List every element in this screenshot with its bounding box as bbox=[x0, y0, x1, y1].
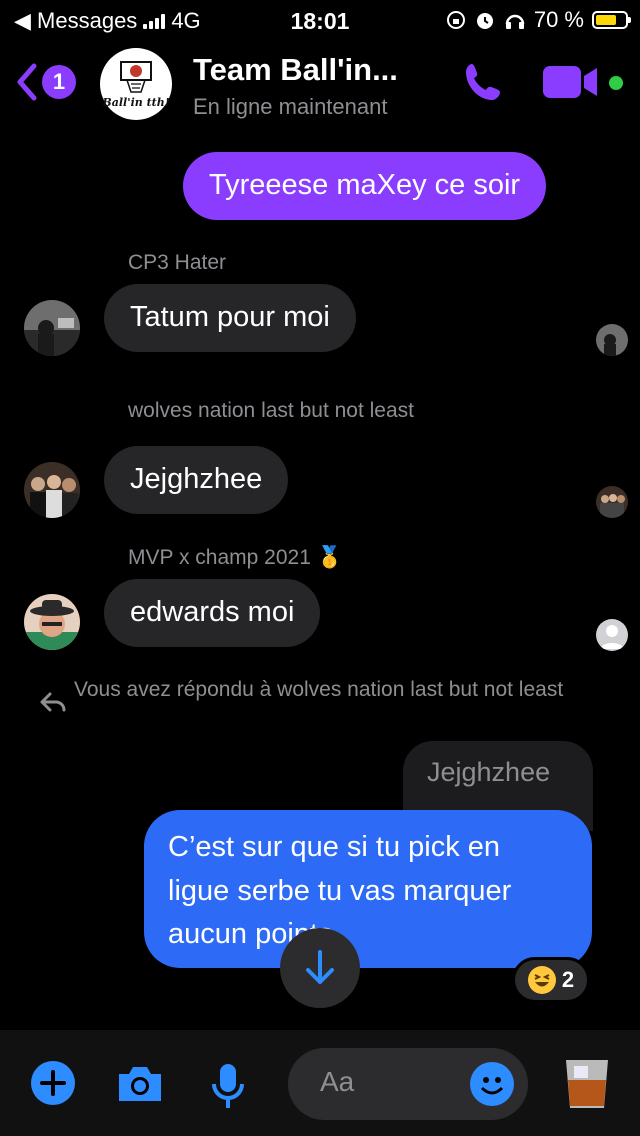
chat-header: 1 Ball'in tth! Team Ball'in... En ligne … bbox=[0, 40, 640, 135]
whiskey-glass-icon[interactable] bbox=[562, 1056, 612, 1112]
composer-bar: Aa bbox=[0, 1030, 640, 1136]
chevron-left-icon bbox=[17, 63, 37, 101]
incoming-message[interactable]: edwards moi bbox=[104, 579, 321, 647]
message-input-placeholder: Aa bbox=[320, 1066, 355, 1097]
microphone-icon[interactable] bbox=[210, 1062, 246, 1110]
online-indicator bbox=[607, 74, 625, 92]
sender-name: CP3 Hater bbox=[128, 251, 227, 274]
read-receipt-avatar bbox=[596, 486, 628, 518]
orientation-lock-icon bbox=[446, 11, 465, 29]
reaction-badge[interactable]: 2 bbox=[512, 957, 590, 1003]
chat-title[interactable]: Team Ball'in... bbox=[193, 52, 398, 88]
reaction-count: 2 bbox=[561, 967, 575, 992]
plus-icon[interactable] bbox=[30, 1060, 76, 1106]
reply-note-text: Vous avez répondu à wolves nation last b… bbox=[74, 678, 564, 701]
scroll-to-bottom-button[interactable] bbox=[280, 928, 360, 1008]
unread-badge: 1 bbox=[42, 65, 76, 99]
arrow-down-icon bbox=[306, 950, 334, 984]
group-avatar[interactable]: Ball'in tth! bbox=[100, 48, 172, 120]
outgoing-reply-message[interactable]: C’est sur que si tu pick en ligue serbe … bbox=[144, 810, 592, 968]
phone-call-icon[interactable] bbox=[462, 60, 508, 106]
battery-percent: 70 % bbox=[533, 7, 584, 32]
chat-status: En ligne maintenant bbox=[193, 94, 388, 119]
sender-name: wolves nation last but not least bbox=[128, 399, 415, 422]
incoming-message[interactable]: Tatum pour moi bbox=[104, 284, 356, 352]
message-input[interactable]: Aa bbox=[288, 1048, 528, 1120]
avatar-wolves-nation[interactable] bbox=[24, 462, 80, 518]
alarm-icon bbox=[476, 13, 493, 29]
headphones-icon bbox=[505, 14, 525, 29]
camera-icon[interactable] bbox=[115, 1064, 165, 1104]
group-logo-text: Ball'in tth! bbox=[102, 95, 170, 109]
avatar-mvp-champ[interactable] bbox=[24, 594, 80, 650]
reply-arrow-icon bbox=[40, 692, 66, 712]
status-bar: ◀ Messages 4G 18:01 70 % bbox=[0, 0, 640, 40]
emoji-picker-button[interactable] bbox=[470, 1062, 514, 1106]
laughing-emoji-icon bbox=[527, 966, 556, 994]
read-receipt-avatar bbox=[596, 324, 628, 356]
smiley-icon bbox=[480, 1077, 504, 1095]
avatar-cp3-hater[interactable] bbox=[24, 300, 80, 356]
basketball-hoop-icon bbox=[120, 60, 152, 93]
read-receipt-avatar bbox=[596, 619, 628, 651]
video-call-icon[interactable] bbox=[543, 62, 599, 102]
back-button[interactable]: 1 bbox=[16, 62, 76, 102]
quoted-message-text: Jejghzhee bbox=[427, 757, 551, 787]
incoming-message[interactable]: Jejghzhee bbox=[104, 446, 289, 514]
sender-name: MVP x champ 2021 🥇 bbox=[128, 546, 343, 569]
outgoing-message[interactable]: Tyreeese maXey ce soir bbox=[183, 152, 547, 220]
battery-icon bbox=[592, 11, 631, 29]
